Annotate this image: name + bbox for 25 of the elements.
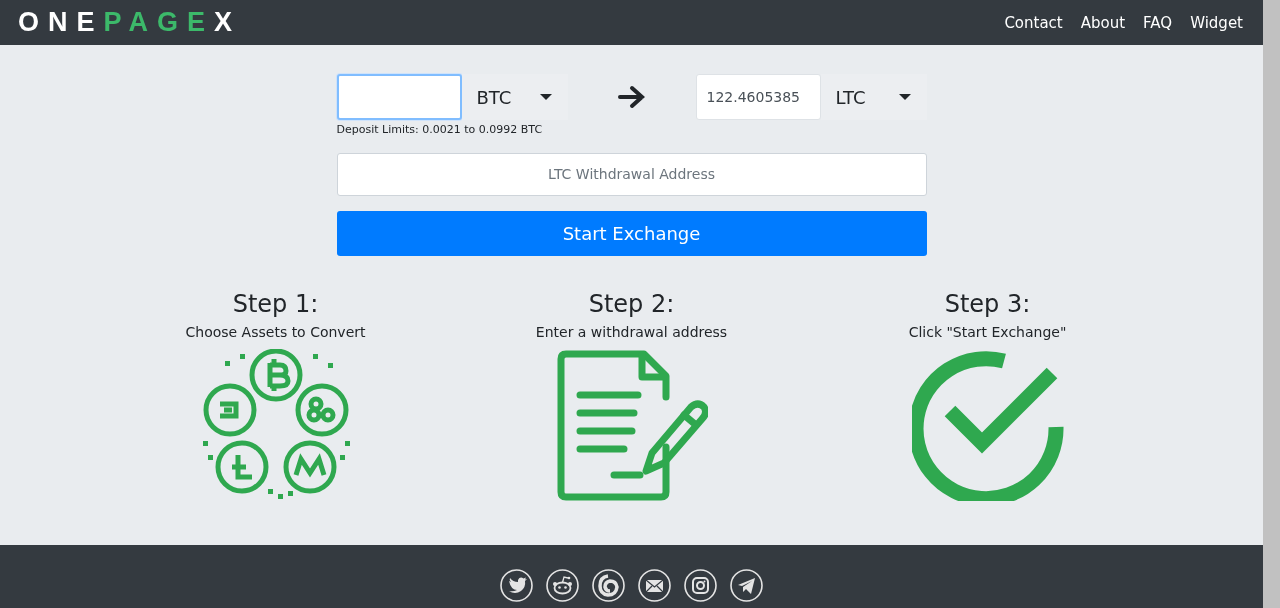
scrollbar[interactable] bbox=[1263, 0, 1280, 608]
bird-icon[interactable] bbox=[500, 569, 533, 602]
deposit-limits-text: Deposit Limits: 0.0021 to 0.0992 BTC bbox=[336, 122, 544, 138]
nav-link[interactable]: Contact bbox=[1004, 13, 1063, 32]
alien-face-icon[interactable] bbox=[546, 569, 579, 602]
amount-input[interactable]: 122.4605385 bbox=[695, 74, 821, 120]
logo[interactable]: ONE PAGE X bbox=[18, 2, 242, 43]
nav-link[interactable]: Widget bbox=[1190, 13, 1243, 32]
address-input[interactable]: LTC Withdrawal Address bbox=[336, 152, 927, 196]
step-description: Enter a withdrawal address bbox=[535, 323, 728, 343]
step-description: Click "Start Exchange" bbox=[908, 323, 1067, 343]
camera-icon[interactable] bbox=[684, 569, 717, 602]
start-exchange-button[interactable]: Start Exchange bbox=[336, 210, 927, 256]
nav-link[interactable]: FAQ bbox=[1143, 13, 1173, 32]
step-description: Choose Assets to Convert bbox=[185, 323, 366, 343]
mail-icon[interactable] bbox=[638, 569, 671, 602]
step-title: Step 3: bbox=[944, 289, 1031, 319]
step-title: Step 1: bbox=[232, 289, 319, 319]
step-title: Step 2: bbox=[588, 289, 675, 319]
swirl-icon[interactable] bbox=[592, 569, 625, 602]
arrow-right-icon bbox=[617, 85, 646, 109]
paper-plane-icon[interactable] bbox=[730, 569, 763, 602]
amount-input[interactable] bbox=[336, 74, 462, 120]
check-circle-icon bbox=[911, 349, 1064, 502]
nav-link[interactable]: About bbox=[1080, 13, 1126, 32]
